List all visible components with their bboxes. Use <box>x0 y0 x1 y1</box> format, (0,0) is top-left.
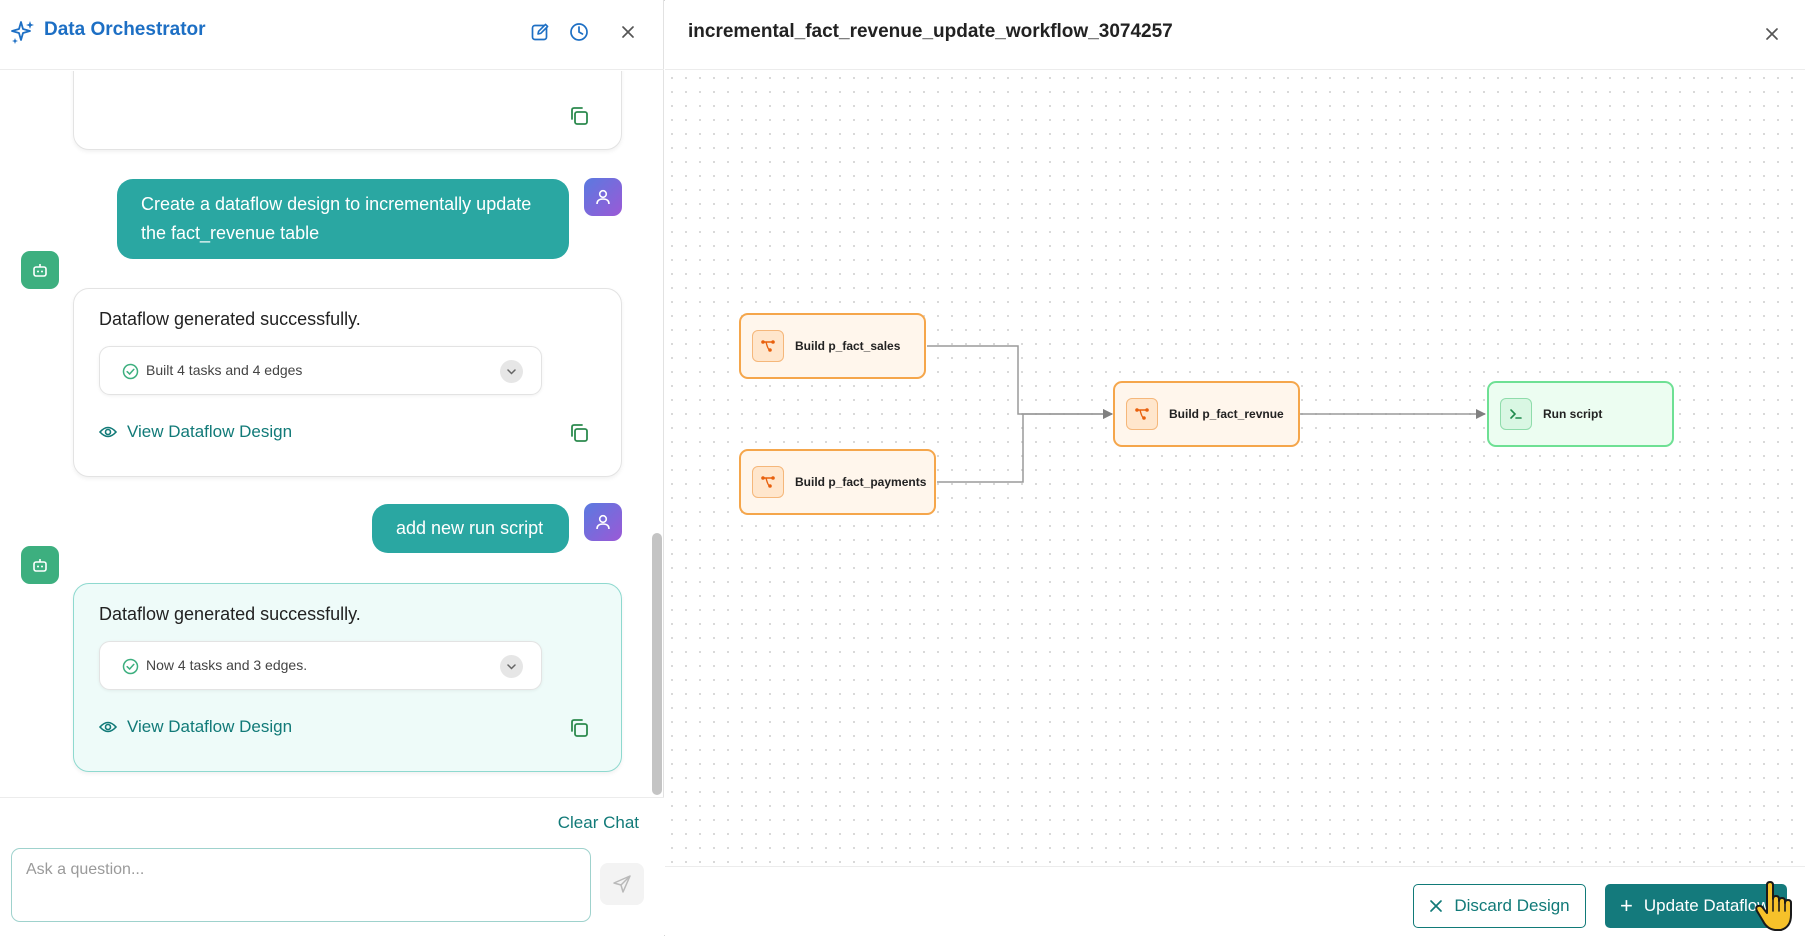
eye-icon <box>99 426 117 438</box>
bot-message-title: Dataflow generated successfully. <box>99 604 361 624</box>
user-icon <box>596 189 610 205</box>
branch-icon <box>1135 408 1149 420</box>
discard-design-button[interactable]: Discard Design <box>1413 884 1586 928</box>
user-message: add new run script <box>372 504 569 553</box>
node-label: Run script <box>1543 407 1603 421</box>
view-dataflow-label: View Dataflow Design <box>127 422 293 441</box>
bot-message-card: Dataflow generated successfully. Built 4… <box>73 288 622 477</box>
eye-icon <box>99 721 117 733</box>
node-build-p-fact-payments[interactable]: Build p_fact_payments <box>739 449 936 515</box>
node-icon <box>1126 398 1158 430</box>
chevron-down-icon <box>507 664 516 670</box>
plus-icon: + <box>1620 893 1633 918</box>
view-dataflow-label: View Dataflow Design <box>127 717 293 736</box>
clock-icon <box>570 23 588 41</box>
close-workflow-button[interactable] <box>1757 19 1787 49</box>
discard-design-label: Discard Design <box>1454 896 1570 915</box>
robot-icon <box>33 264 47 277</box>
bot-message-card <box>73 71 622 150</box>
edit-icon <box>531 23 549 41</box>
view-dataflow-link[interactable]: View Dataflow Design <box>99 422 292 442</box>
expand-button[interactable] <box>500 655 523 678</box>
check-circle-icon <box>122 363 139 380</box>
node-icon <box>752 466 784 498</box>
copy-icon[interactable] <box>568 422 590 444</box>
node-label: Build p_fact_payments <box>795 475 927 489</box>
bot-message-card-active: Dataflow generated successfully. Now 4 t… <box>73 583 622 772</box>
node-build-p-fact-sales[interactable]: Build p_fact_sales <box>739 313 926 379</box>
terminal-icon <box>1510 409 1522 419</box>
status-text: Now 4 tasks and 3 edges. <box>146 657 308 673</box>
user-message: Create a dataflow design to incrementall… <box>117 179 569 259</box>
workflow-footer: Discard Design + Update Dataflow <box>665 866 1805 936</box>
hand-cursor-icon <box>1755 881 1792 931</box>
chat-composer: Clear Chat <box>0 797 664 936</box>
node-build-p-fact-revnue[interactable]: Build p_fact_revnue <box>1113 381 1300 447</box>
edge-sales-to-revenue[interactable] <box>927 345 1113 419</box>
user-avatar <box>584 178 622 216</box>
status-text: Built 4 tasks and 4 edges <box>146 362 303 378</box>
node-run-script[interactable]: Run script <box>1487 381 1674 447</box>
app-title: Data Orchestrator <box>44 19 206 40</box>
chat-panel: Data Orchestrator Create a dataflow desi… <box>0 0 664 936</box>
status-summary[interactable]: Now 4 tasks and 3 edges. <box>99 641 542 690</box>
node-icon <box>752 330 784 362</box>
chevron-down-icon <box>507 369 516 375</box>
close-chat-button[interactable] <box>614 18 642 46</box>
new-chat-button[interactable] <box>526 18 554 46</box>
check-circle-icon <box>122 658 139 675</box>
node-icon <box>1500 398 1532 430</box>
status-summary[interactable]: Built 4 tasks and 4 edges <box>99 346 542 395</box>
copy-icon[interactable] <box>568 717 590 739</box>
sparkle-icon <box>11 21 34 44</box>
workflow-header: incremental_fact_revenue_update_workflow… <box>665 0 1805 70</box>
node-label: Build p_fact_revnue <box>1169 407 1284 421</box>
chat-header: Data Orchestrator <box>0 0 664 70</box>
close-icon <box>622 26 634 38</box>
node-label: Build p_fact_sales <box>795 339 901 353</box>
update-dataflow-label: Update Dataflow <box>1643 896 1770 915</box>
chat-scrollbar-thumb[interactable] <box>652 533 662 795</box>
edge-payments-to-revenue[interactable] <box>937 409 1113 483</box>
copy-icon[interactable] <box>568 105 590 127</box>
close-icon <box>1430 900 1443 912</box>
expand-button[interactable] <box>500 360 523 383</box>
view-dataflow-link[interactable]: View Dataflow Design <box>99 717 292 737</box>
workflow-panel: incremental_fact_revenue_update_workflow… <box>665 0 1805 936</box>
branch-icon <box>761 476 775 488</box>
user-icon <box>596 514 610 530</box>
clear-chat-button[interactable]: Clear Chat <box>558 813 639 833</box>
chat-messages[interactable]: Create a dataflow design to incrementall… <box>0 71 664 797</box>
close-icon <box>1766 28 1778 40</box>
dataflow-canvas[interactable]: Build p_fact_sales Build p_fact_payments… <box>665 71 1805 866</box>
robot-icon <box>33 559 47 572</box>
question-input[interactable] <box>11 848 591 922</box>
send-button[interactable] <box>600 863 644 905</box>
bot-avatar <box>21 546 59 584</box>
history-button[interactable] <box>565 18 593 46</box>
bot-avatar <box>21 251 59 289</box>
branch-icon <box>761 340 775 352</box>
user-avatar <box>584 503 622 541</box>
send-icon <box>613 875 631 893</box>
workflow-title: incremental_fact_revenue_update_workflow… <box>688 21 1173 42</box>
bot-message-title: Dataflow generated successfully. <box>99 309 361 329</box>
